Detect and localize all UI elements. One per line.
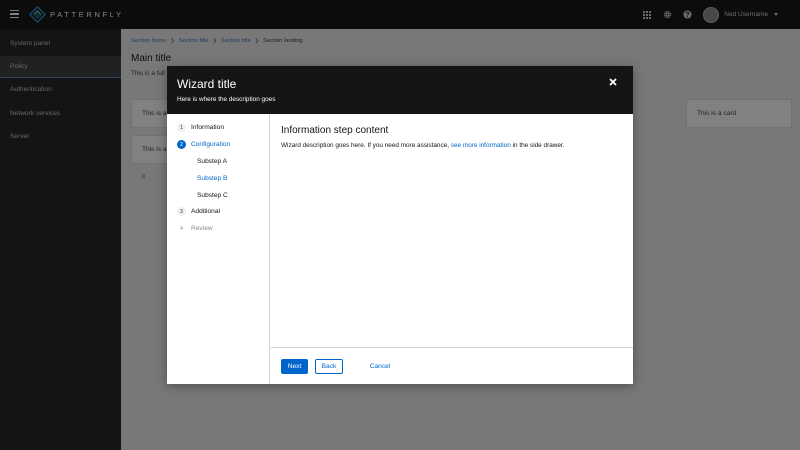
next-button[interactable]: Next <box>281 359 308 374</box>
step-content-text-start: Wizard description goes here. If you nee… <box>281 142 451 149</box>
wizard-footer: Next Back Cancel <box>271 347 633 384</box>
step-label: Information <box>191 124 224 131</box>
wizard-step-additional[interactable]: 3 Additional <box>177 207 220 216</box>
step-number: 1 <box>177 123 186 132</box>
cancel-button[interactable]: Cancel <box>367 359 393 374</box>
wizard-header: Wizard title Here is where the descripti… <box>167 66 633 114</box>
wizard-modal: Wizard title Here is where the descripti… <box>167 66 633 384</box>
wizard-step-information[interactable]: 1 Information <box>177 123 224 132</box>
step-label: Configuration <box>191 141 231 148</box>
wizard-body: Information step content Wizard descript… <box>271 114 633 347</box>
wizard-substep-a[interactable]: Substep A <box>197 158 227 165</box>
wizard-nav: 1 Information 2 Configuration Substep A … <box>167 114 270 384</box>
step-number: 4 <box>180 225 183 232</box>
wizard-title: Wizard title <box>177 77 237 91</box>
step-content-title: Information step content <box>281 125 389 136</box>
wizard-step-review: 4 Review <box>177 224 213 233</box>
step-label: Review <box>191 225 213 232</box>
step-number: 3 <box>177 207 186 216</box>
wizard-substep-b[interactable]: Substep B <box>197 175 227 182</box>
step-content-text-end: in the side drawer. <box>510 142 565 149</box>
wizard-step-configuration[interactable]: 2 Configuration <box>177 140 230 149</box>
wizard-substep-c[interactable]: Substep C <box>197 192 228 199</box>
step-number: 2 <box>177 140 186 149</box>
back-button[interactable]: Back <box>315 359 343 374</box>
step-label: Additional <box>191 208 220 215</box>
more-info-link[interactable]: see more information <box>451 142 511 149</box>
step-content-text: Wizard description goes here. If you nee… <box>281 142 564 149</box>
close-icon[interactable] <box>608 77 618 87</box>
wizard-description: Here is where the description goes <box>177 96 276 103</box>
